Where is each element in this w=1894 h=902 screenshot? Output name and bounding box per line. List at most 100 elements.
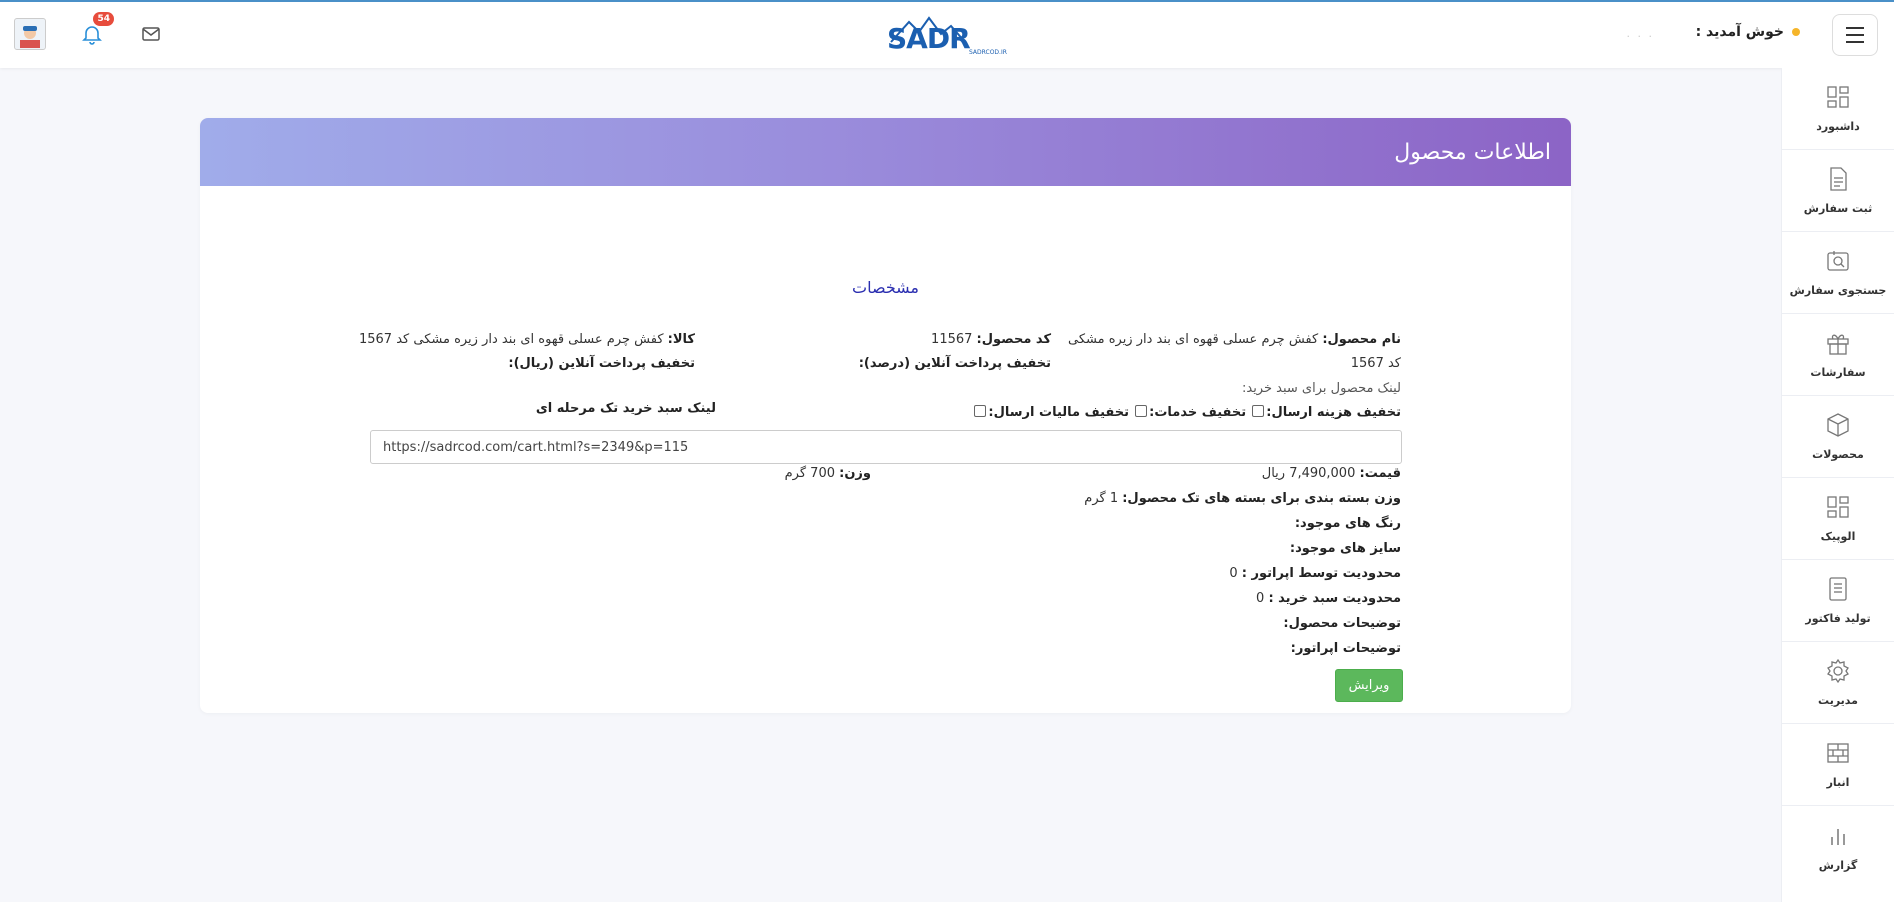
top-icons: 54 <box>14 12 162 50</box>
package-weight-label: وزن بسته بندی برای بسته های تک محصول: <box>1122 491 1401 506</box>
single-step-link-label: لینک سبد خرید تک مرحله ای <box>536 401 716 416</box>
shipping-discount-label: تخفیف هزینه ارسال: <box>1266 405 1401 420</box>
sidebar-item-label: محصولات <box>1812 448 1864 461</box>
dashboard-icon <box>1827 86 1849 108</box>
logo-wordmark: SADR <box>887 22 970 55</box>
sidebar-item-reports[interactable]: گزارش <box>1782 806 1894 888</box>
operator-limit: محدودیت توسط اپراتور : 0 <box>1229 566 1401 581</box>
operator-limit-label: محدودیت توسط اپراتور : <box>1241 566 1401 581</box>
sidebar-item-new-order[interactable]: ثبت سفارش <box>1782 150 1894 232</box>
gear-icon <box>1827 658 1849 684</box>
online-status-dot <box>1792 28 1800 36</box>
welcome-message: خوش آمدید : <box>1696 24 1800 40</box>
sidebar-item-alopeyk[interactable]: الوپیک <box>1782 478 1894 560</box>
shipping-tax-discount-label: تخفیف مالیات ارسال: <box>988 405 1129 420</box>
sidebar-item-label: گزارش <box>1818 858 1858 872</box>
user-name: · · · <box>1626 30 1654 43</box>
sidebar-item-label: تولید فاکتور <box>1805 612 1871 625</box>
page-title: اطلاعات محصول <box>1394 139 1551 165</box>
cube-icon <box>1827 413 1849 437</box>
available-colors: رنگ های موجود: <box>1295 516 1401 531</box>
operator-limit-value: 0 <box>1229 566 1238 581</box>
messages-button[interactable] <box>140 23 162 45</box>
single-step-link-text: لینک سبد خرید تک مرحله ای <box>535 401 716 416</box>
document-icon <box>1830 167 1847 191</box>
product-info-card: اطلاعات محصول مشخصات نام محصول: کفش چرم … <box>200 118 1571 713</box>
goods: کالا: کفش چرم عسلی قهوه ای بند دار زیره … <box>359 332 695 347</box>
available-sizes: سایز های موجود: <box>1290 541 1401 556</box>
price-value: 7,490,000 ریال <box>1261 466 1356 481</box>
cart-limit: محدودیت سبد خرید : 0 <box>1256 591 1401 606</box>
online-discount-rial-label: تخفیف پرداخت آنلاین (ریال): <box>508 356 695 371</box>
cart-limit-value: 0 <box>1256 591 1265 606</box>
product-desc-label: توضیحات محصول: <box>1283 616 1401 631</box>
operator-description: توضیحات اپراتور: <box>1291 641 1401 656</box>
sidebar-item-dashboard[interactable]: داشبورد <box>1782 68 1894 150</box>
cart-link-input[interactable]: https://sadrcod.com/cart.html?s=2349&p=1… <box>370 430 1402 464</box>
product-code-label: کد محصول: <box>976 332 1051 347</box>
online-discount-percent-label: تخفیف پرداخت آنلاین (درصد): <box>858 356 1051 371</box>
section-title: مشخصات <box>852 278 919 297</box>
sidebar-item-label: داشبورد <box>1816 120 1860 133</box>
services-discount-checkbox[interactable] <box>1135 405 1148 417</box>
weight: وزن: 700 گرم <box>785 466 871 481</box>
sidebar-item-products[interactable]: محصولات <box>1782 396 1894 478</box>
product-description: توضیحات محصول: <box>1283 616 1401 631</box>
top-bar: خوش آمدید : · · · SADR SADRCOD.IR 54 <box>0 0 1894 68</box>
goods-value: کفش چرم عسلی قهوه ای بند دار زیره مشکی ک… <box>358 332 664 347</box>
shipping-tax-discount-checkbox[interactable] <box>974 405 987 417</box>
sidebar-item-orders[interactable]: سفارشات <box>1782 314 1894 396</box>
avatar[interactable] <box>14 18 46 50</box>
product-code-value: 11567 <box>931 332 973 347</box>
bar-chart-icon <box>1831 828 1845 845</box>
card-header: اطلاعات محصول <box>200 118 1571 186</box>
avatar-icon <box>20 26 40 48</box>
search-order-icon <box>1827 251 1849 271</box>
sidebar-item-management[interactable]: مدیریت <box>1782 642 1894 724</box>
edit-button[interactable]: ویرایش <box>1335 669 1403 702</box>
weight-value: 700 گرم <box>784 466 835 481</box>
sidebar-item-label: جستجوی سفارش <box>1789 284 1887 297</box>
sidebar: داشبورد ثبت سفارش جستجوی سفارش سفارشات م… <box>1781 68 1894 902</box>
operator-desc-label: توضیحات اپراتور: <box>1290 641 1401 656</box>
gift-box-icon <box>1827 334 1849 355</box>
product-code: کد محصول: 11567 <box>931 332 1051 347</box>
cart-limit-label: محدودیت سبد خرید : <box>1268 591 1401 606</box>
invoice-icon <box>1829 577 1847 601</box>
product-name: نام محصول: کفش چرم عسلی قهوه ای بند دار … <box>1068 332 1401 347</box>
price-label: قیمت: <box>1359 466 1402 481</box>
grid-icon <box>1827 496 1849 518</box>
notifications-button[interactable]: 54 <box>80 12 114 46</box>
sadr-logo[interactable]: SADR SADRCOD.IR <box>885 14 1010 56</box>
sidebar-item-warehouse[interactable]: انبار <box>1782 724 1894 806</box>
sidebar-item-search-order[interactable]: جستجوی سفارش <box>1782 232 1894 314</box>
sidebar-item-label: الوپیک <box>1820 530 1856 543</box>
product-name-continued: کد 1567 <box>1350 356 1401 371</box>
welcome-text: خوش آمدید : <box>1695 24 1784 40</box>
cart-link-label: لینک محصول برای سبد خرید: <box>1241 381 1401 396</box>
mail-icon <box>142 27 160 41</box>
package-weight-value: 1 گرم <box>1084 491 1119 506</box>
logo-subtext: SADRCOD.IR <box>969 49 1007 56</box>
online-discount-rial: تخفیف پرداخت آنلاین (ریال): <box>508 356 695 371</box>
services-discount-label: تخفیف خدمات: <box>1149 405 1247 420</box>
discount-checkboxes: تخفیف هزینه ارسال: تخفیف خدمات: تخفیف ما… <box>972 405 1401 420</box>
product-name-value: کفش چرم عسلی قهوه ای بند دار زیره مشکی <box>1068 332 1319 347</box>
hamburger-icon <box>1846 27 1864 29</box>
product-name-label: نام محصول: <box>1322 332 1401 347</box>
shipping-discount-checkbox[interactable] <box>1252 405 1265 417</box>
goods-label: کالا: <box>667 332 695 347</box>
colors-label: رنگ های موجود: <box>1294 516 1401 531</box>
price: قیمت: 7,490,000 ریال <box>1262 466 1401 481</box>
sidebar-item-label: ثبت سفارش <box>1803 202 1873 215</box>
sizes-label: سایز های موجود: <box>1289 541 1401 556</box>
sidebar-item-invoice[interactable]: تولید فاکتور <box>1782 560 1894 642</box>
sidebar-item-label: انبار <box>1826 776 1850 789</box>
sidebar-item-label: مدیریت <box>1818 694 1858 707</box>
warehouse-icon <box>1827 743 1849 763</box>
menu-button[interactable] <box>1832 14 1878 56</box>
sidebar-item-label: سفارشات <box>1810 366 1866 379</box>
notification-badge: 54 <box>93 12 114 26</box>
package-weight: وزن بسته بندی برای بسته های تک محصول: 1 … <box>1084 491 1401 506</box>
online-discount-percent: تخفیف پرداخت آنلاین (درصد): <box>859 356 1051 371</box>
